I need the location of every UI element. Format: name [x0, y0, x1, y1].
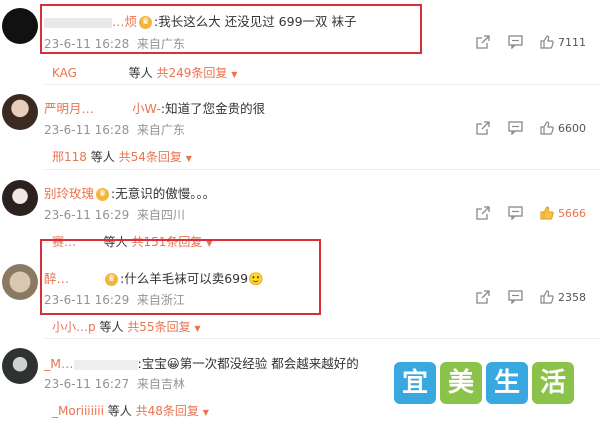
username-tail[interactable]: 小W- [132, 101, 161, 116]
comment-actions: 2358 [476, 290, 600, 306]
highlight-box [40, 4, 422, 54]
watermark-char: 美 [440, 362, 482, 404]
comment-date: 23-6-11 16:27 [44, 377, 130, 391]
divider [44, 338, 600, 339]
watermark-char: 宜 [394, 362, 436, 404]
share-icon[interactable] [476, 121, 490, 135]
comment-location: 来自吉林 [136, 377, 185, 391]
like-count: 5666 [558, 207, 586, 220]
caret-down-icon[interactable]: ▼ [194, 324, 200, 333]
comment-actions: 5666 [476, 206, 600, 222]
watermark-char: 活 [532, 362, 574, 404]
share-icon[interactable] [476, 35, 490, 49]
comment-text: :宝宝 [137, 356, 167, 371]
reply-user[interactable]: 小小…p [52, 320, 96, 334]
reply-mid: 等人 [90, 150, 115, 164]
divider [44, 84, 600, 85]
comment-meta: 23-6-11 16:29 来自四川 [44, 206, 185, 223]
username-censored [73, 359, 138, 370]
comment-actions: 6600 [476, 121, 600, 137]
watermark-char: 生 [486, 362, 528, 404]
like-count: 2358 [558, 291, 586, 304]
thumbs-up-icon[interactable] [540, 206, 554, 220]
reply-count[interactable]: 共54条回复 [119, 150, 182, 164]
comment-location: 来自四川 [136, 208, 185, 222]
thumbs-up-icon[interactable] [540, 290, 554, 304]
thumbs-up-icon[interactable] [540, 121, 554, 135]
reply-mid: 等人 [107, 404, 132, 418]
reply-count[interactable]: 共249条回复 [156, 66, 227, 80]
comment-line: _M… :宝宝😀第一次都没经验 都会越来越好的 [44, 353, 359, 372]
caret-down-icon[interactable]: ▼ [231, 70, 237, 79]
comment-text: :知道了您金贵的很 [160, 101, 266, 116]
comment-location: 来自广东 [136, 123, 185, 137]
comment-icon[interactable] [508, 290, 523, 304]
emoji-icon: 😀 [166, 356, 180, 371]
comment-meta: 23-6-11 16:27 来自吉林 [44, 375, 185, 392]
reply-count[interactable]: 共48条回复 [136, 404, 199, 418]
username[interactable]: _M… [44, 356, 74, 371]
like-count: 6600 [558, 122, 586, 135]
avatar[interactable] [2, 348, 38, 384]
reply-user[interactable]: 邢118 [52, 150, 87, 164]
caret-down-icon[interactable]: ▼ [203, 408, 209, 417]
share-icon[interactable] [476, 206, 490, 220]
crown-badge-icon: ♛ [96, 188, 110, 201]
username[interactable]: 别玲玫瑰 [44, 186, 94, 201]
highlight-box [40, 239, 321, 315]
comment-date: 23-6-11 16:29 [44, 208, 130, 222]
reply-summary[interactable]: KAG 等人 共249条回复 ▼ [52, 64, 237, 81]
comment-line: 严明月… 小W-:知道了您金贵的很 [44, 98, 265, 117]
caret-down-icon[interactable]: ▼ [186, 154, 192, 163]
reply-count[interactable]: 共55条回复 [127, 320, 190, 334]
comment-icon[interactable] [508, 206, 523, 220]
comment-icon[interactable] [508, 121, 523, 135]
avatar[interactable] [2, 180, 38, 216]
avatar[interactable] [2, 94, 38, 130]
comment-line: 别玲玫瑰 ♛:无意识的傲慢。。。 [44, 183, 215, 202]
comment-text-2: 第一次都没经验 都会越来越好的 [179, 356, 359, 371]
share-icon[interactable] [476, 290, 490, 304]
comment-meta: 23-6-11 16:28 来自广东 [44, 121, 185, 138]
comment-text: :无意识的傲慢。。。 [111, 186, 216, 201]
comment-icon[interactable] [508, 35, 523, 49]
reply-summary[interactable]: 小小…p 等人 共55条回复 ▼ [52, 318, 201, 335]
reply-summary[interactable]: 邢118 等人 共54条回复 ▼ [52, 148, 192, 165]
divider [44, 169, 600, 170]
reply-mid: 等人 [128, 66, 153, 80]
username[interactable]: 严明月… [44, 101, 94, 116]
reply-user[interactable]: KAG [52, 66, 77, 80]
reply-mid: 等人 [99, 320, 124, 334]
avatar[interactable] [2, 8, 38, 44]
thumbs-up-icon[interactable] [540, 35, 554, 49]
comment-date: 23-6-11 16:28 [44, 123, 130, 137]
avatar[interactable] [2, 264, 38, 300]
like-count: 7111 [558, 36, 586, 49]
comment-actions: 7111 [476, 35, 600, 51]
reply-user[interactable]: _Moriiiiiii [52, 404, 104, 418]
reply-summary[interactable]: _Moriiiiiii 等人 共48条回复 ▼ [52, 402, 209, 419]
